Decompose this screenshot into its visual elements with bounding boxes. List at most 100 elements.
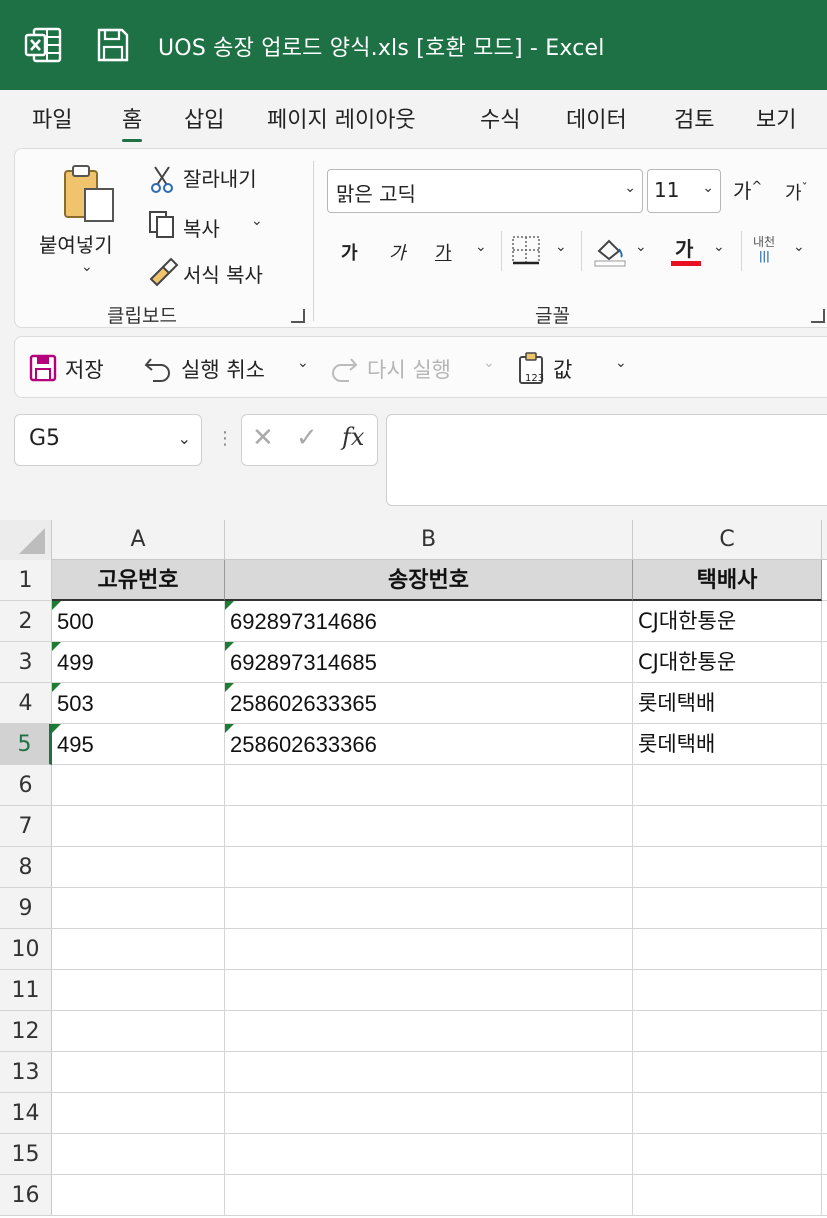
font-color-dropdown-icon[interactable]: ⌄ [713, 239, 725, 255]
table-cell[interactable] [633, 806, 822, 847]
table-cell[interactable] [52, 1093, 225, 1134]
row-header[interactable]: 15 [0, 1134, 52, 1175]
row-header[interactable]: 1 [0, 560, 52, 601]
table-cell[interactable] [225, 1052, 633, 1093]
tab-home[interactable]: 홈 [122, 102, 143, 142]
header-cell[interactable]: 송장번호 [225, 560, 633, 601]
table-cell[interactable] [822, 888, 827, 929]
row-header[interactable]: 8 [0, 847, 52, 888]
table-cell[interactable]: CJ대한통운 [633, 642, 822, 683]
table-cell[interactable] [822, 970, 827, 1011]
table-cell[interactable]: 롯데택배 [633, 683, 822, 724]
font-name-select[interactable]: 맑은 고딕 ⌄ [327, 169, 643, 213]
table-cell[interactable] [822, 1011, 827, 1052]
tab-data[interactable]: 데이터 [566, 102, 627, 134]
table-cell[interactable] [52, 929, 225, 970]
table-cell[interactable] [52, 1011, 225, 1052]
header-cell[interactable]: 택배사 [633, 560, 822, 601]
column-header-d[interactable] [822, 520, 827, 560]
grow-font-button[interactable]: 가^ [733, 175, 762, 204]
underline-button[interactable]: 가 [435, 239, 452, 265]
table-cell[interactable] [822, 724, 827, 765]
table-cell[interactable] [633, 1093, 822, 1134]
table-cell[interactable] [52, 1134, 225, 1175]
phonetic-dropdown-icon[interactable]: ⌄ [793, 239, 805, 255]
row-header[interactable]: 6 [0, 765, 52, 806]
table-cell[interactable] [822, 683, 827, 724]
paste-button[interactable]: 붙여넣기 [39, 229, 113, 258]
font-size-select[interactable]: 11 ⌄ [647, 169, 721, 213]
row-header[interactable]: 3 [0, 642, 52, 683]
table-cell[interactable] [822, 1175, 827, 1216]
table-cell[interactable] [225, 970, 633, 1011]
row-header[interactable]: 14 [0, 1093, 52, 1134]
table-cell[interactable]: 롯데택배 [633, 724, 822, 765]
table-cell[interactable] [52, 765, 225, 806]
table-cell[interactable] [225, 765, 633, 806]
column-header-a[interactable]: A [52, 520, 225, 560]
clipboard-launcher-icon[interactable] [291, 309, 305, 323]
table-cell[interactable] [822, 847, 827, 888]
underline-dropdown-icon[interactable]: ⌄ [475, 239, 487, 255]
row-header[interactable]: 10 [0, 929, 52, 970]
table-cell[interactable] [822, 806, 827, 847]
table-cell[interactable] [633, 1011, 822, 1052]
format-painter-button[interactable]: 서식 복사 [183, 259, 263, 288]
borders-icon[interactable] [511, 235, 541, 265]
tab-insert[interactable]: 삽입 [184, 102, 224, 134]
bold-button[interactable]: 가 [341, 239, 358, 265]
table-cell[interactable] [633, 970, 822, 1011]
table-cell[interactable]: 500 [52, 601, 225, 642]
redo-dropdown-icon[interactable]: ⌄ [483, 355, 495, 371]
table-cell[interactable]: 692897314686 [225, 601, 633, 642]
row-header[interactable]: 2 [0, 601, 52, 642]
table-cell[interactable] [822, 929, 827, 970]
table-cell[interactable]: 692897314685 [225, 642, 633, 683]
table-cell[interactable] [633, 888, 822, 929]
table-cell[interactable] [225, 1093, 633, 1134]
table-cell[interactable] [822, 601, 827, 642]
table-cell[interactable] [822, 1093, 827, 1134]
row-header[interactable]: 4 [0, 683, 52, 724]
table-cell[interactable]: 503 [52, 683, 225, 724]
row-header[interactable]: 12 [0, 1011, 52, 1052]
table-cell[interactable] [52, 847, 225, 888]
row-header[interactable]: 16 [0, 1175, 52, 1216]
cut-button[interactable]: 잘라내기 [183, 163, 257, 192]
copy-dropdown-icon[interactable]: ⌄ [251, 213, 263, 229]
table-cell[interactable] [225, 1175, 633, 1216]
table-cell[interactable] [225, 847, 633, 888]
undo-button[interactable]: 실행 취소 [181, 354, 265, 384]
save-icon[interactable] [96, 27, 130, 63]
redo-button[interactable]: 다시 실행 [367, 354, 451, 384]
fill-color-icon[interactable] [593, 235, 627, 267]
column-header-b[interactable]: B [225, 520, 633, 560]
table-cell[interactable] [52, 1052, 225, 1093]
table-cell[interactable]: 258602633365 [225, 683, 633, 724]
phonetic-guide-button[interactable]: 내천 [753, 233, 775, 250]
table-cell[interactable] [822, 1134, 827, 1175]
tab-review[interactable]: 검토 [674, 102, 714, 134]
row-header[interactable]: 11 [0, 970, 52, 1011]
shrink-font-button[interactable]: 가ˇ [785, 179, 808, 205]
table-cell[interactable] [225, 1134, 633, 1175]
table-cell[interactable] [225, 888, 633, 929]
header-cell[interactable] [822, 560, 827, 601]
table-cell[interactable] [822, 642, 827, 683]
insert-function-icon[interactable]: fx [342, 423, 364, 451]
table-cell[interactable] [52, 970, 225, 1011]
table-cell[interactable]: CJ대한통운 [633, 601, 822, 642]
table-cell[interactable] [633, 847, 822, 888]
table-cell[interactable] [633, 1175, 822, 1216]
row-header[interactable]: 9 [0, 888, 52, 929]
customize-qat-icon[interactable]: ⌄ [615, 355, 627, 371]
undo-dropdown-icon[interactable]: ⌄ [297, 355, 309, 371]
table-cell[interactable] [633, 765, 822, 806]
formula-input[interactable] [386, 414, 827, 506]
row-header[interactable]: 7 [0, 806, 52, 847]
table-cell[interactable] [633, 1052, 822, 1093]
table-cell[interactable] [52, 806, 225, 847]
tab-view[interactable]: 보기 [756, 102, 796, 134]
tab-page-layout[interactable]: 페이지 레이아웃 [267, 102, 416, 134]
tab-formulas[interactable]: 수식 [480, 102, 520, 134]
